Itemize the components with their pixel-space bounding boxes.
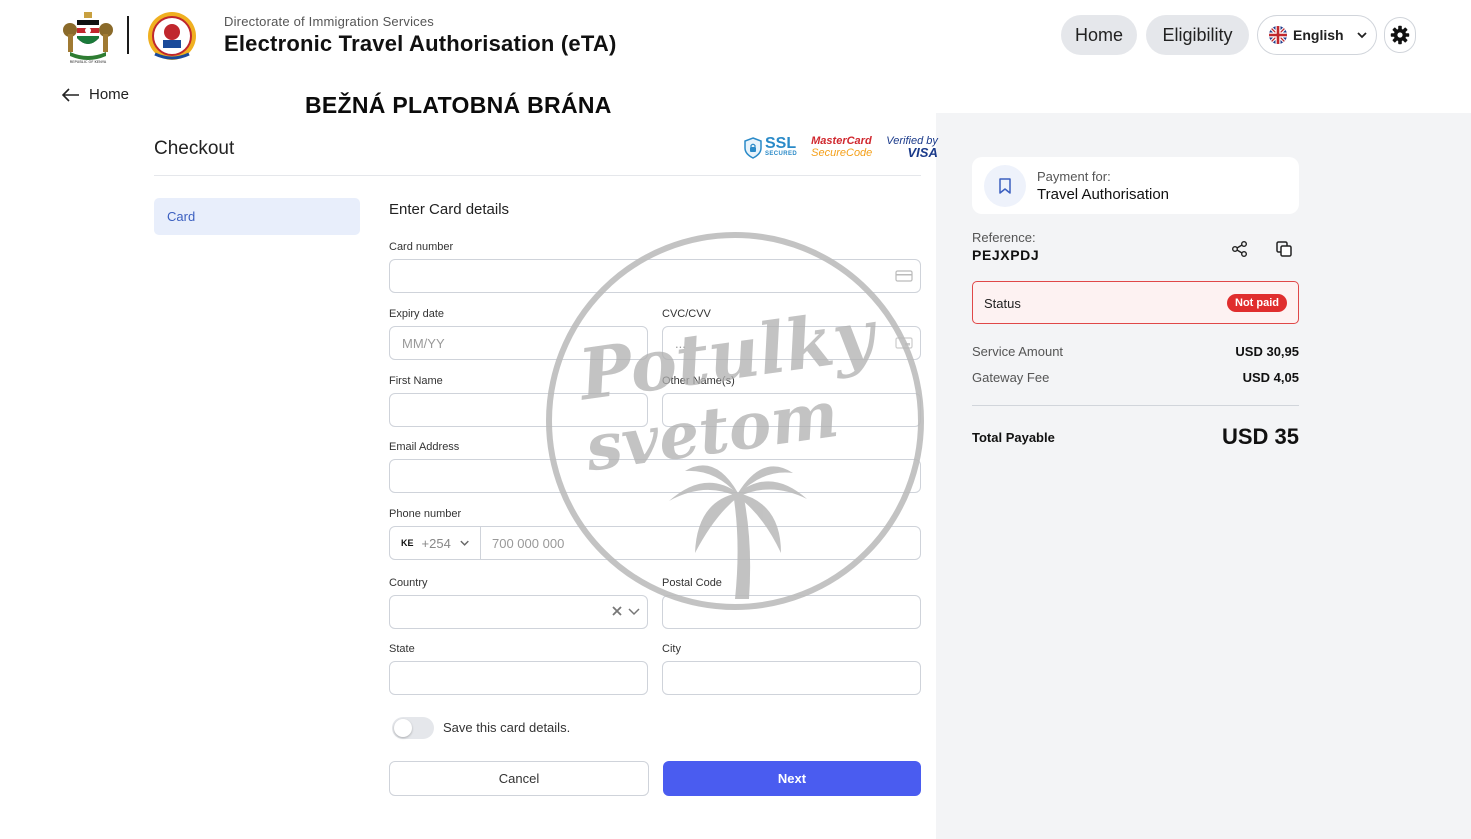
- country-select[interactable]: [389, 595, 648, 629]
- header-divider: [127, 16, 129, 54]
- fee-value: USD 30,95: [1235, 344, 1299, 359]
- payment-for-value: Travel Authorisation: [1037, 186, 1170, 203]
- receipt-icon-wrap: [984, 165, 1026, 207]
- country-label: Country: [389, 577, 428, 589]
- status-label: Status: [984, 296, 1021, 311]
- email-input[interactable]: [389, 459, 921, 493]
- site-title: Electronic Travel Authorisation (eTA): [224, 31, 617, 56]
- next-button[interactable]: Next: [663, 761, 921, 796]
- security-badges: SSL SECURED MasterCard SecureCode Verifi…: [744, 136, 938, 159]
- cvc-placeholder: ...: [675, 335, 686, 351]
- cvc-input[interactable]: ...: [662, 326, 921, 360]
- ssl-text: SSL: [765, 135, 797, 152]
- fee-label: Service Amount: [972, 344, 1064, 359]
- mastercard-text: MasterCard: [811, 135, 872, 147]
- tab-card[interactable]: Card: [154, 198, 360, 235]
- back-home-label: Home: [89, 86, 130, 103]
- postal-code-label: Postal Code: [662, 577, 722, 589]
- ssl-subtext: SECURED: [765, 151, 798, 157]
- payment-for-card: Payment for: Travel Authorisation: [972, 157, 1299, 214]
- clear-icon[interactable]: [610, 604, 624, 618]
- checkout-divider: [154, 175, 921, 176]
- fee-row-gateway: Gateway Fee USD 4,05: [972, 370, 1299, 385]
- first-name-label: First Name: [389, 375, 443, 387]
- reference-label: Reference:: [972, 230, 1036, 245]
- summary-divider: [972, 405, 1299, 406]
- payment-summary-panel: [936, 113, 1471, 839]
- settings-button[interactable]: [1384, 17, 1416, 53]
- city-input[interactable]: [662, 661, 921, 695]
- emblem-caption: REPUBLIC OF KENYA: [70, 60, 107, 64]
- phone-field: KE +254 700 000 000: [389, 526, 921, 560]
- total-value: USD 35: [1221, 424, 1299, 449]
- reference-value: PEJXPDJ: [972, 247, 1040, 263]
- fee-value: USD 4,05: [1242, 370, 1299, 385]
- org-name: Directorate of Immigration Services: [224, 14, 435, 29]
- save-card-label: Save this card details.: [443, 720, 571, 735]
- securecode-text: SecureCode: [811, 147, 873, 159]
- nav-eligibility-button[interactable]: Eligibility: [1146, 15, 1249, 55]
- city-label: City: [662, 643, 681, 655]
- uk-flag-icon: [1269, 26, 1287, 44]
- fee-label: Gateway Fee: [972, 370, 1050, 385]
- card-number-label: Card number: [389, 241, 454, 253]
- phone-label: Phone number: [389, 508, 462, 520]
- chevron-down-icon: [460, 540, 469, 546]
- expiry-input[interactable]: MM/YY: [389, 326, 648, 360]
- language-label: English: [1293, 27, 1344, 43]
- bookmark-icon: [999, 178, 1011, 194]
- phone-country-select[interactable]: KE +254: [390, 527, 481, 559]
- email-label: Email Address: [389, 441, 460, 453]
- status-box: Status Not paid: [972, 281, 1299, 324]
- share-button[interactable]: [1230, 239, 1250, 259]
- language-select[interactable]: English: [1257, 15, 1377, 55]
- copy-button[interactable]: [1274, 239, 1294, 259]
- banner-caption: BEŽNÁ PLATOBNÁ BRÁNA: [305, 92, 612, 118]
- kenya-flag-icon: KE: [401, 538, 414, 548]
- other-names-input[interactable]: [662, 393, 921, 427]
- card-cvc-icon: [895, 337, 913, 349]
- chevron-down-icon: [628, 608, 640, 616]
- first-name-input[interactable]: [389, 393, 648, 427]
- chevron-down-icon: [1356, 32, 1367, 39]
- immigration-services-seal-logo: [148, 12, 196, 60]
- checkout-title: Checkout: [154, 138, 235, 159]
- arrow-left-icon: [62, 87, 79, 102]
- ssl-badge: SSL SECURED: [744, 135, 798, 159]
- save-card-toggle[interactable]: [392, 717, 434, 739]
- shield-lock-icon: [744, 136, 762, 159]
- visa-text: VISA: [907, 145, 938, 160]
- gear-icon: [1390, 25, 1410, 45]
- cancel-button[interactable]: Cancel: [389, 761, 649, 796]
- status-badge: Not paid: [1227, 294, 1287, 312]
- kenya-coat-of-arms-logo: REPUBLIC OF KENYA: [63, 12, 113, 64]
- state-label: State: [389, 643, 415, 655]
- other-names-label: Other Name(s): [662, 375, 735, 387]
- copy-icon: [1276, 241, 1292, 257]
- back-home-link[interactable]: Home: [62, 86, 129, 103]
- card-number-input[interactable]: [389, 259, 921, 293]
- fee-row-service: Service Amount USD 30,95: [972, 344, 1299, 359]
- mastercard-securecode-badge: MasterCard SecureCode: [811, 135, 873, 160]
- payment-for-label: Payment for:: [1037, 169, 1111, 184]
- state-input[interactable]: [389, 661, 648, 695]
- section-title: Enter Card details: [389, 201, 510, 218]
- toggle-knob: [394, 719, 412, 737]
- credit-card-icon: [895, 270, 913, 282]
- total-label: Total Payable: [972, 430, 1055, 445]
- share-icon: [1232, 241, 1247, 257]
- postal-code-input[interactable]: [662, 595, 921, 629]
- verified-by-visa-badge: Verified by VISA: [886, 136, 938, 160]
- phone-country-code: +254: [421, 535, 451, 551]
- phone-number-input[interactable]: 700 000 000: [481, 536, 564, 551]
- nav-home-button[interactable]: Home: [1061, 15, 1137, 55]
- cvc-label: CVC/CVV: [662, 308, 711, 320]
- expiry-label: Expiry date: [389, 308, 445, 320]
